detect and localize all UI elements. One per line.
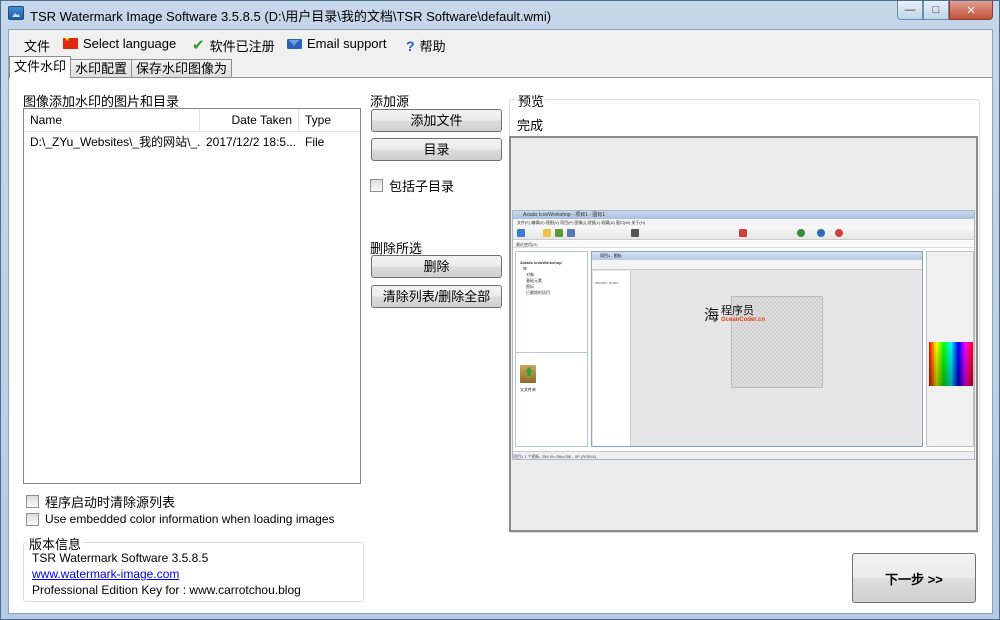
question-icon: ? [406, 37, 415, 54]
include-subdirs-checkbox[interactable] [370, 179, 383, 192]
preview-label: 预览 [517, 91, 546, 110]
watermark-site: OceanCoder.cn [721, 316, 766, 323]
preview-shot-tree: Axialis IconWorkshop 库 对象 基础元素 图标 已删除的项目 [520, 260, 562, 296]
column-name[interactable]: Name [24, 109, 200, 132]
column-type[interactable]: Type [299, 109, 360, 132]
preview-shot-menu: 文件(F) 编辑(E) 视图(V) 项目(P) 图像(I) 滤镜(L) 收藏(A… [513, 219, 974, 226]
envelope-icon [287, 38, 302, 49]
client-area: 文件 Select language ✔ 软件已注册 Email support… [8, 29, 993, 614]
china-flag-icon [63, 35, 78, 49]
preview-shot-browser: 父文件夹 [516, 352, 587, 448]
watermark-name: 程序员 [721, 304, 755, 317]
toolbar-icon [817, 229, 825, 237]
editor-toolbar [592, 260, 922, 270]
editor-title: 项目1 - 图标 [592, 252, 922, 260]
menu-language-label: Select language [83, 36, 177, 51]
toolbar-icon [797, 229, 805, 237]
list-header: Name Date Taken Type [24, 109, 360, 132]
item-name: D:\_ZYu_Websites\_我的网站\_... [30, 135, 200, 149]
preview-shot-tools [926, 251, 974, 447]
toolbar-icon [555, 229, 563, 237]
clear-on-start-label: 程序启动时清除源列表 [45, 495, 176, 510]
add-source-label: 添加源 [370, 94, 410, 109]
toolbar-icon [631, 229, 639, 237]
menu-file[interactable]: 文件 [24, 36, 50, 55]
toolbar-icon [567, 229, 575, 237]
include-subdirs-label: 包括子目录 [389, 179, 455, 194]
folder-label: 父文件夹 [520, 387, 536, 392]
menu-help[interactable]: ? 帮助 [406, 36, 446, 55]
preview-shot-editor: 项目1 - 图标 256x256 - RGB/A 海 程序员 OceanCode… [591, 251, 923, 447]
tab-file-watermark[interactable]: 文件水印 [9, 56, 72, 78]
directory-button[interactable]: 目录 [371, 138, 502, 161]
editor-size-list: 256x256 - RGB/A [593, 271, 631, 446]
include-subdirs-option[interactable]: 包括子目录 [370, 176, 454, 195]
embedded-color-option[interactable]: Use embedded color information when load… [26, 512, 335, 526]
preview-shot-toolbar [513, 226, 974, 240]
clear-on-start-option[interactable]: 程序启动时清除源列表 [26, 492, 175, 511]
preview-image: Axialis IconWorkshop - 项目1 - 图标1 文件(F) 编… [509, 136, 978, 532]
title-bar[interactable]: TSR Watermark Image Software 3.5.8.5 (D:… [1, 1, 999, 27]
checkmark-icon: ✔ [192, 36, 205, 54]
tab-watermark-config[interactable]: 水印配置 [70, 59, 133, 78]
window-title: TSR Watermark Image Software 3.5.8.5 (D:… [30, 9, 552, 24]
embedded-color-label: Use embedded color information when load… [45, 512, 335, 526]
version-line: TSR Watermark Software 3.5.8.5 [32, 551, 209, 565]
edition-line: Professional Edition Key for : www.carro… [32, 583, 301, 597]
folder-up-icon [520, 365, 536, 383]
watermark-char: 海 [704, 306, 720, 324]
embedded-color-checkbox[interactable] [26, 512, 39, 526]
delete-button[interactable]: 删除 [371, 255, 502, 278]
watermark: 海 程序员 OceanCoder.cn [704, 304, 765, 325]
tab-panel: 图像添加水印的图片和目录 Name Date Taken Type D:\_ZY… [9, 77, 992, 613]
menu-registered[interactable]: ✔ 软件已注册 [192, 36, 275, 55]
menu-help-label: 帮助 [419, 39, 446, 54]
tab-save-as[interactable]: 保存水印图像为 [131, 59, 233, 78]
menu-email-label: Email support [307, 36, 387, 51]
menu-email-support[interactable]: Email support [287, 36, 386, 51]
tree-item: 已删除的项目 [526, 290, 550, 295]
preview-shot-address: 最近使用(R) [513, 241, 974, 248]
size-item: 256x256 - RGB/A [595, 281, 619, 285]
list-item[interactable]: D:\_ZYu_Websites\_我的网站\_... 2017/12/2 18… [24, 132, 360, 152]
toolbar-icon [543, 229, 551, 237]
item-type: File [305, 135, 325, 149]
preview-screenshot: Axialis IconWorkshop - 项目1 - 图标1 文件(F) 编… [512, 210, 975, 460]
menu-select-language[interactable]: Select language [63, 35, 177, 51]
window-controls: — □ ✕ [897, 1, 993, 20]
preview-shot-title: Axialis IconWorkshop - 项目1 - 图标1 [513, 211, 974, 219]
toolbar-icon [835, 229, 843, 237]
version-info-box: 版本信息 TSR Watermark Software 3.5.8.5 www.… [23, 534, 364, 602]
watermark-text: 程序员 OceanCoder.cn [721, 304, 766, 324]
menu-bar: 文件 Select language ✔ 软件已注册 Email support… [9, 30, 992, 56]
website-link[interactable]: www.watermark-image.com [32, 567, 179, 581]
item-date-taken: 2017/12/2 18:5... [206, 135, 297, 149]
clear-on-start-checkbox[interactable] [26, 495, 39, 508]
color-palette [929, 342, 973, 386]
tab-strip: 文件水印 水印配置 保存水印图像为 [9, 56, 233, 78]
menu-registered-label: 软件已注册 [209, 39, 275, 54]
close-button[interactable]: ✕ [949, 1, 993, 20]
toolbar-icon [739, 229, 747, 237]
maximize-button[interactable]: □ [923, 1, 949, 20]
column-date-taken[interactable]: Date Taken [200, 109, 299, 132]
next-button[interactable]: 下一步 >> [852, 553, 976, 603]
add-file-button[interactable]: 添加文件 [371, 109, 502, 132]
preview-shot-status: 项目1 1 个图标, 256 Kb 256x256 - XP (RGB/A) [513, 451, 974, 459]
preview-shot-sidebar: Axialis IconWorkshop 库 对象 基础元素 图标 已删除的项目… [515, 251, 588, 447]
app-window: TSR Watermark Image Software 3.5.8.5 (D:… [0, 0, 1000, 620]
preview-status: 完成 [517, 118, 544, 133]
source-list[interactable]: Name Date Taken Type D:\_ZYu_Websites\_我… [23, 108, 361, 484]
clear-all-button[interactable]: 清除列表/删除全部 [371, 285, 502, 308]
menu-file-label: 文件 [24, 39, 51, 54]
app-icon [8, 6, 24, 20]
next-button-label: 下一步 >> [885, 571, 943, 587]
toolbar-icon [517, 229, 525, 237]
minimize-button[interactable]: — [897, 1, 923, 20]
